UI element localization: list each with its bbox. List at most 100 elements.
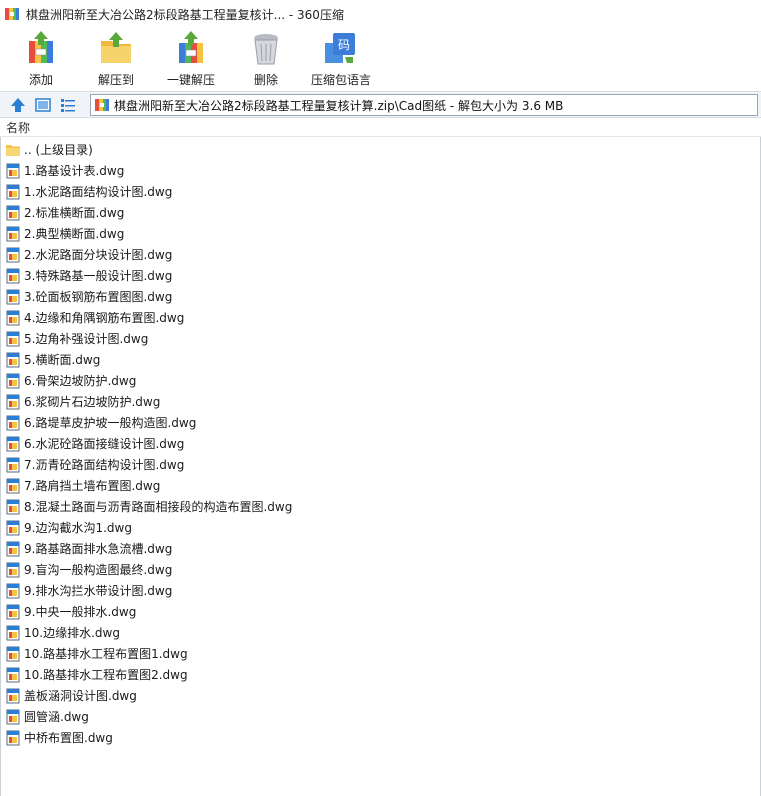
file-name: 7.沥青砼路面结构设计图.dwg bbox=[24, 458, 185, 472]
dwg-file-icon bbox=[6, 310, 20, 325]
file-row[interactable]: 2.典型横断面.dwg bbox=[0, 223, 761, 244]
dwg-file-icon bbox=[6, 352, 20, 367]
archive-language-button[interactable]: 码 压缩包语言 bbox=[305, 28, 377, 88]
file-row[interactable]: 6.浆砌片石边坡防护.dwg bbox=[0, 391, 761, 412]
archive-file-icon bbox=[95, 99, 109, 111]
file-row[interactable]: 7.沥青砼路面结构设计图.dwg bbox=[0, 454, 761, 475]
column-header-name[interactable]: 名称 bbox=[0, 119, 761, 137]
folder-icon bbox=[6, 144, 20, 156]
file-row[interactable]: 6.路堤草皮护坡一般构造图.dwg bbox=[0, 412, 761, 433]
file-name: 2.水泥路面分块设计图.dwg bbox=[24, 248, 173, 262]
dwg-file-icon bbox=[6, 604, 20, 619]
file-row[interactable]: 2.标准横断面.dwg bbox=[0, 202, 761, 223]
dwg-file-icon bbox=[6, 583, 20, 598]
file-name: 9.路基路面排水急流槽.dwg bbox=[24, 542, 173, 556]
dwg-file-icon bbox=[6, 415, 20, 430]
file-name: .. (上级目录) bbox=[24, 143, 93, 157]
up-directory-button[interactable] bbox=[8, 95, 28, 115]
file-row[interactable]: 6.水泥砼路面接缝设计图.dwg bbox=[0, 433, 761, 454]
svg-text:码: 码 bbox=[338, 38, 350, 52]
file-row[interactable]: 圆管涵.dwg bbox=[0, 706, 761, 727]
file-name: 3.砼面板钢筋布置图图.dwg bbox=[24, 290, 173, 304]
file-row[interactable]: 9.中央一般排水.dwg bbox=[0, 601, 761, 622]
file-name: 9.盲沟一般构造图最终.dwg bbox=[24, 563, 173, 577]
file-name: 7.路肩挡土墙布置图.dwg bbox=[24, 479, 161, 493]
file-name: 9.中央一般排水.dwg bbox=[24, 605, 137, 619]
delete-button[interactable]: 删除 bbox=[230, 28, 302, 88]
add-button[interactable]: 添加 bbox=[5, 28, 77, 88]
file-row[interactable]: 10.路基排水工程布置图1.dwg bbox=[0, 643, 761, 664]
file-row[interactable]: 4.边缘和角隅钢筋布置图.dwg bbox=[0, 307, 761, 328]
list-view-icon bbox=[61, 99, 75, 112]
file-row[interactable]: 9.排水沟拦水带设计图.dwg bbox=[0, 580, 761, 601]
window-title: 棋盘洲阳新至大冶公路2标段路基工程量复核计... - 360压缩 bbox=[26, 7, 344, 22]
file-name: 6.水泥砼路面接缝设计图.dwg bbox=[24, 437, 185, 451]
archive-app-icon bbox=[5, 8, 19, 20]
one-click-extract-button[interactable]: 一键解压 bbox=[155, 28, 227, 88]
dwg-file-icon bbox=[6, 268, 20, 283]
file-row[interactable]: 9.路基路面排水急流槽.dwg bbox=[0, 538, 761, 559]
delete-label: 删除 bbox=[253, 73, 278, 87]
file-row[interactable]: 1.路基设计表.dwg bbox=[0, 160, 761, 181]
file-list: .. (上级目录) 1.路基设计表.dwg 1.水泥路面结构设计图.dwg 2.标准横… bbox=[0, 139, 761, 748]
dwg-file-icon bbox=[6, 562, 20, 577]
dwg-file-icon bbox=[6, 247, 20, 262]
file-row[interactable]: 盖板涵洞设计图.dwg bbox=[0, 685, 761, 706]
trash-icon bbox=[254, 34, 278, 65]
file-row[interactable]: 9.边沟截水沟1.dwg bbox=[0, 517, 761, 538]
file-name: 8.混凝土路面与沥青路面相接段的构造布置图.dwg bbox=[24, 500, 293, 514]
file-name: 9.排水沟拦水带设计图.dwg bbox=[24, 584, 173, 598]
file-name: 5.边角补强设计图.dwg bbox=[24, 332, 149, 346]
dwg-file-icon bbox=[6, 646, 20, 661]
extract-to-button[interactable]: 解压到 bbox=[80, 28, 152, 88]
add-archive-icon bbox=[29, 31, 53, 63]
dwg-file-icon bbox=[6, 709, 20, 724]
file-name: 4.边缘和角隅钢筋布置图.dwg bbox=[24, 311, 185, 325]
file-name: 2.典型横断面.dwg bbox=[24, 227, 125, 241]
toolbar: 添加 解压到 一键解压 删除 码 压缩包语言 bbox=[0, 28, 761, 90]
file-name: 盖板涵洞设计图.dwg bbox=[24, 689, 137, 703]
file-row[interactable]: 10.边缘排水.dwg bbox=[0, 622, 761, 643]
file-name: 5.横断面.dwg bbox=[24, 353, 101, 367]
dwg-file-icon bbox=[6, 730, 20, 745]
large-icon-view-icon bbox=[35, 98, 51, 112]
file-row[interactable]: 5.边角补强设计图.dwg bbox=[0, 328, 761, 349]
file-row[interactable]: 10.路基排水工程布置图2.dwg bbox=[0, 664, 761, 685]
file-row[interactable]: 1.水泥路面结构设计图.dwg bbox=[0, 181, 761, 202]
dwg-file-icon bbox=[6, 373, 20, 388]
dwg-file-icon bbox=[6, 625, 20, 640]
address-path: 棋盘洲阳新至大冶公路2标段路基工程量复核计算.zip\Cad图纸 - 解包大小为… bbox=[114, 98, 564, 113]
arrow-up-icon bbox=[11, 98, 25, 112]
file-row[interactable]: 9.盲沟一般构造图最终.dwg bbox=[0, 559, 761, 580]
file-row[interactable]: 2.水泥路面分块设计图.dwg bbox=[0, 244, 761, 265]
archive-language-label: 压缩包语言 bbox=[310, 73, 371, 87]
dwg-file-icon bbox=[6, 184, 20, 199]
dwg-file-icon bbox=[6, 541, 20, 556]
dwg-file-icon bbox=[6, 226, 20, 241]
address-bar[interactable]: 棋盘洲阳新至大冶公路2标段路基工程量复核计算.zip\Cad图纸 - 解包大小为… bbox=[90, 94, 758, 116]
file-name: 1.水泥路面结构设计图.dwg bbox=[24, 185, 173, 199]
list-view-button[interactable] bbox=[58, 95, 78, 115]
thumbnail-view-button[interactable] bbox=[33, 95, 53, 115]
navigation-bar: 棋盘洲阳新至大冶公路2标段路基工程量复核计算.zip\Cad图纸 - 解包大小为… bbox=[0, 91, 761, 118]
file-name: 3.特殊路基一般设计图.dwg bbox=[24, 269, 173, 283]
dwg-file-icon bbox=[6, 289, 20, 304]
dwg-file-icon bbox=[6, 688, 20, 703]
title-bar: 棋盘洲阳新至大冶公路2标段路基工程量复核计... - 360压缩 bbox=[0, 0, 761, 28]
dwg-file-icon bbox=[6, 331, 20, 346]
parent-directory-row[interactable]: .. (上级目录) bbox=[0, 139, 761, 160]
one-click-extract-label: 一键解压 bbox=[166, 73, 215, 87]
file-row[interactable]: 3.特殊路基一般设计图.dwg bbox=[0, 265, 761, 286]
dwg-file-icon bbox=[6, 499, 20, 514]
dwg-file-icon bbox=[6, 205, 20, 220]
file-row[interactable]: 8.混凝土路面与沥青路面相接段的构造布置图.dwg bbox=[0, 496, 761, 517]
file-row[interactable]: 5.横断面.dwg bbox=[0, 349, 761, 370]
encoding-icon: 码 bbox=[325, 33, 355, 63]
one-click-extract-icon bbox=[179, 31, 203, 63]
file-row[interactable]: 3.砼面板钢筋布置图图.dwg bbox=[0, 286, 761, 307]
file-row[interactable]: 6.骨架边坡防护.dwg bbox=[0, 370, 761, 391]
file-row[interactable]: 7.路肩挡土墙布置图.dwg bbox=[0, 475, 761, 496]
file-row[interactable]: 中桥布置图.dwg bbox=[0, 727, 761, 748]
dwg-file-icon bbox=[6, 520, 20, 535]
extract-folder-icon bbox=[101, 32, 131, 63]
